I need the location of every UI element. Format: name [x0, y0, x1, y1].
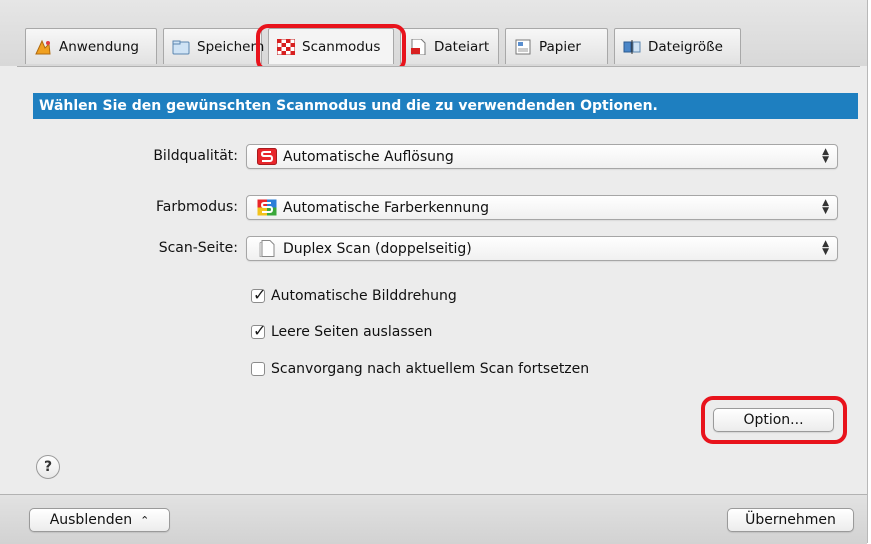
color-value: Automatische Farberkennung — [283, 199, 489, 216]
tab-label: Dateiart — [434, 38, 490, 55]
auto-rotation-checkbox[interactable]: ✓ Automatische Bilddrehung — [251, 285, 457, 304]
tab-papier[interactable]: Papier — [505, 28, 608, 64]
select-arrows-icon: ▲ ▼ — [822, 147, 829, 165]
tab-scanmodus[interactable]: Scanmodus — [268, 28, 394, 64]
tab-label: Anwendung — [59, 38, 139, 55]
tab-label: Dateigröße — [648, 38, 723, 55]
checkmark-icon: ✓ — [253, 321, 267, 340]
color-select[interactable]: Automatische Farberkennung ▲ ▼ — [246, 195, 838, 220]
quality-value: Automatische Auflösung — [283, 148, 454, 165]
tab-label: Scanmodus — [302, 38, 381, 55]
option-button[interactable]: Option... — [713, 408, 834, 432]
tab-label: Papier — [539, 38, 581, 55]
tab-speichern[interactable]: Speichern — [163, 28, 265, 64]
side-value: Duplex Scan (doppelseitig) — [283, 240, 472, 257]
checkbox-box[interactable] — [251, 362, 265, 376]
help-button[interactable]: ? — [36, 455, 60, 479]
select-arrows-icon: ▲ ▼ — [822, 198, 829, 216]
pdf-file-icon — [409, 38, 427, 55]
filesize-icon — [623, 39, 641, 55]
duplex-page-icon — [257, 240, 277, 257]
color-label: Farbmodus: — [156, 199, 238, 215]
scansnap-settings-window: Anwendung Speichern Scanmodus Dateiart P… — [0, 0, 868, 544]
instruction-banner: Wählen Sie den gewünschten Scanmodus und… — [33, 93, 858, 119]
continue-scanning-checkbox[interactable]: Scanvorgang nach aktuellem Scan fortsetz… — [251, 361, 589, 377]
tab-dateiart[interactable]: Dateiart — [400, 28, 499, 64]
auto-color-icon — [257, 199, 277, 216]
checkbox-label: Scanvorgang nach aktuellem Scan fortsetz… — [271, 361, 590, 377]
hide-button-label: Ausblenden — [49, 512, 133, 528]
scanmode-checker-icon — [276, 38, 296, 55]
tab-dateigroesse[interactable]: Dateigröße — [614, 28, 741, 64]
quality-label: Bildqualität: — [153, 148, 238, 164]
checkbox-box[interactable]: ✓ — [251, 285, 266, 304]
application-icon — [34, 39, 52, 55]
side-select[interactable]: Duplex Scan (doppelseitig) ▲ ▼ — [246, 236, 838, 261]
auto-resolution-icon — [257, 148, 277, 165]
skip-blank-pages-checkbox[interactable]: ✓ Leere Seiten auslassen — [251, 321, 433, 340]
tab-label: Speichern — [197, 38, 265, 55]
chevron-up-icon: ⌃ — [140, 513, 150, 527]
hide-button[interactable]: Ausblenden ⌃ — [29, 508, 170, 532]
paper-icon — [514, 39, 532, 55]
tab-anwendung[interactable]: Anwendung — [25, 28, 157, 64]
tab-bar: Anwendung Speichern Scanmodus Dateiart P… — [25, 28, 747, 66]
select-arrows-icon: ▲ ▼ — [822, 239, 829, 257]
checkbox-label: Leere Seiten auslassen — [271, 324, 433, 340]
checkbox-label: Automatische Bilddrehung — [271, 288, 457, 304]
checkbox-box[interactable]: ✓ — [251, 321, 266, 340]
side-label: Scan-Seite: — [158, 240, 238, 256]
checkmark-icon: ✓ — [253, 285, 267, 304]
folder-icon — [172, 39, 190, 55]
apply-button[interactable]: Übernehmen — [727, 508, 854, 532]
quality-select[interactable]: Automatische Auflösung ▲ ▼ — [246, 144, 838, 169]
